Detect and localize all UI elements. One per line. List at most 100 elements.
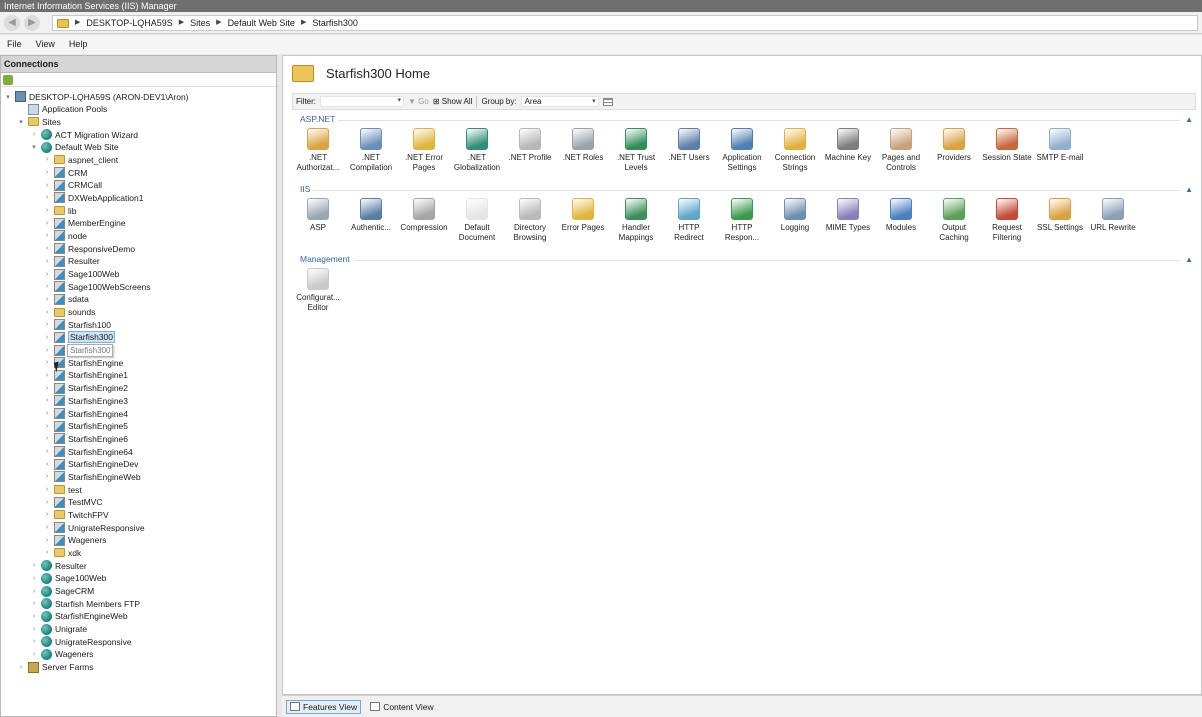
expand-toggle-icon[interactable]: › [43, 321, 51, 328]
expand-toggle-icon[interactable]: › [30, 600, 38, 607]
feature-item[interactable]: ASP [292, 198, 344, 233]
expand-toggle-icon[interactable]: › [43, 334, 51, 341]
feature-item[interactable]: .NET Globalization [451, 128, 503, 173]
breadcrumb-sites[interactable]: Sites [190, 16, 210, 30]
expand-toggle-icon[interactable]: ▾ [4, 93, 12, 101]
expand-toggle-icon[interactable]: ▾ [17, 118, 25, 126]
show-all-button[interactable]: ⊞ Show All [433, 97, 473, 106]
tree-node[interactable]: ▾ Default Web Site [30, 141, 119, 154]
feature-item[interactable]: Directory Browsing [504, 198, 556, 243]
tree-node[interactable]: › Server Farms [17, 661, 93, 674]
breadcrumb-starfish300[interactable]: Starfish300 [312, 16, 358, 30]
tree-node[interactable]: › ResponsiveDemo [43, 242, 135, 255]
expand-toggle-icon[interactable]: › [43, 220, 51, 227]
expand-toggle-icon[interactable]: › [43, 549, 51, 556]
tree-node[interactable]: › Resulter [43, 255, 100, 268]
tree-node[interactable]: › UnigrateResponsive [30, 635, 132, 648]
expand-toggle-icon[interactable]: › [43, 258, 51, 265]
feature-item[interactable]: Authentic... [345, 198, 397, 233]
feature-item[interactable]: Modules [875, 198, 927, 233]
expand-toggle-icon[interactable]: › [43, 385, 51, 392]
feature-item[interactable]: Error Pages [557, 198, 609, 233]
tree-node[interactable]: › ACT Migration Wizard [30, 128, 138, 141]
feature-item[interactable]: SMTP E-mail [1034, 128, 1086, 163]
feature-item[interactable]: .NET Authorizat... [292, 128, 344, 173]
tree-node[interactable]: › Sage100WebScreens [43, 280, 151, 293]
tree-node[interactable]: › StarfishEngine64 [43, 445, 133, 458]
expand-toggle-icon[interactable]: › [43, 397, 51, 404]
expand-toggle-icon[interactable]: › [43, 537, 51, 544]
expand-toggle-icon[interactable]: › [43, 271, 51, 278]
expand-toggle-icon[interactable]: › [43, 410, 51, 417]
expand-toggle-icon[interactable]: › [30, 575, 38, 582]
view-mode-icon[interactable] [602, 97, 613, 106]
menu-help[interactable]: Help [62, 35, 95, 54]
tree-node[interactable]: › TestMVC [43, 496, 102, 509]
breadcrumb-default-web-site[interactable]: Default Web Site [228, 16, 295, 30]
expand-toggle-icon[interactable]: › [30, 613, 38, 620]
feature-item[interactable]: .NET Roles [557, 128, 609, 163]
content-view-tab[interactable]: Content View [367, 701, 436, 713]
tree-node[interactable]: › aspnet_client [43, 153, 118, 166]
feature-item[interactable]: Request Filtering [981, 198, 1033, 243]
tree-node[interactable]: › SageCRM [30, 585, 94, 598]
tree-node[interactable]: › DXWebApplication1 [43, 191, 143, 204]
expand-toggle-icon[interactable]: › [43, 372, 51, 379]
expand-toggle-icon[interactable]: › [17, 664, 25, 671]
feature-item[interactable]: Machine Key [822, 128, 874, 163]
feature-item[interactable]: Pages and Controls [875, 128, 927, 173]
expand-toggle-icon[interactable]: › [43, 524, 51, 531]
menu-file[interactable]: File [0, 35, 29, 54]
back-arrow-icon[interactable]: ◀ [4, 15, 20, 31]
feature-item[interactable]: Application Settings [716, 128, 768, 173]
group-by-select[interactable]: Area [520, 96, 599, 107]
feature-item[interactable]: Session State [981, 128, 1033, 163]
filter-input[interactable] [320, 96, 404, 107]
tree-node[interactable]: › CRM [43, 166, 87, 179]
expand-toggle-icon[interactable]: › [43, 156, 51, 163]
expand-toggle-icon[interactable]: › [43, 435, 51, 442]
expand-toggle-icon[interactable]: › [43, 423, 51, 430]
feature-item[interactable]: .NET Profile [504, 128, 556, 163]
expand-toggle-icon[interactable]: › [30, 131, 38, 138]
feature-item[interactable]: Handler Mappings [610, 198, 662, 243]
feature-item[interactable]: HTTP Respon... [716, 198, 768, 243]
tree-node[interactable]: ▾ Sites [17, 115, 61, 128]
forward-arrow-icon[interactable]: ▶ [24, 15, 40, 31]
feature-item[interactable]: Providers [928, 128, 980, 163]
tree-node[interactable]: › Unigrate [30, 623, 87, 636]
expand-toggle-icon[interactable]: › [43, 296, 51, 303]
tree-node[interactable]: › StarfishEngine5 [43, 420, 128, 433]
expand-toggle-icon[interactable]: ▾ [30, 143, 38, 151]
expand-toggle-icon[interactable]: › [43, 359, 51, 366]
expand-toggle-icon[interactable]: › [30, 562, 38, 569]
feature-item[interactable]: .NET Trust Levels [610, 128, 662, 173]
tree-node[interactable]: › UnigrateResponsive [43, 521, 145, 534]
tree-node[interactable]: › StarfishEngineWeb [43, 470, 141, 483]
tree-node[interactable]: › node [43, 229, 87, 242]
tree-node[interactable]: › MemberEngine [43, 217, 126, 230]
expand-toggle-icon[interactable]: › [43, 499, 51, 506]
tree-node[interactable]: › StarfishEngine3 [43, 394, 128, 407]
feature-item[interactable]: Compression [398, 198, 450, 233]
feature-item[interactable]: URL Rewrite [1087, 198, 1139, 233]
collapse-group-icon[interactable]: ▲ [1185, 185, 1193, 194]
features-view-tab[interactable]: Features View [286, 699, 362, 714]
breadcrumb-server[interactable]: DESKTOP-LQHA59S [86, 16, 172, 30]
expand-toggle-icon[interactable]: › [43, 169, 51, 176]
expand-toggle-icon[interactable]: › [30, 588, 38, 595]
tree-node[interactable]: › sdata [43, 293, 89, 306]
collapse-group-icon[interactable]: ▲ [1185, 255, 1193, 264]
expand-toggle-icon[interactable]: › [43, 245, 51, 252]
expand-toggle-icon[interactable]: › [30, 638, 38, 645]
feature-item[interactable]: .NET Error Pages [398, 128, 450, 173]
tree-node[interactable]: › Wageners [43, 534, 106, 547]
expand-toggle-icon[interactable]: › [43, 182, 51, 189]
tree-node[interactable]: › Starfish100 [43, 318, 111, 331]
menu-view[interactable]: View [29, 35, 62, 54]
expand-toggle-icon[interactable]: › [43, 194, 51, 201]
expand-toggle-icon[interactable]: › [43, 448, 51, 455]
feature-item[interactable]: HTTP Redirect [663, 198, 715, 243]
collapse-group-icon[interactable]: ▲ [1185, 115, 1193, 124]
expand-toggle-icon[interactable]: › [43, 486, 51, 493]
